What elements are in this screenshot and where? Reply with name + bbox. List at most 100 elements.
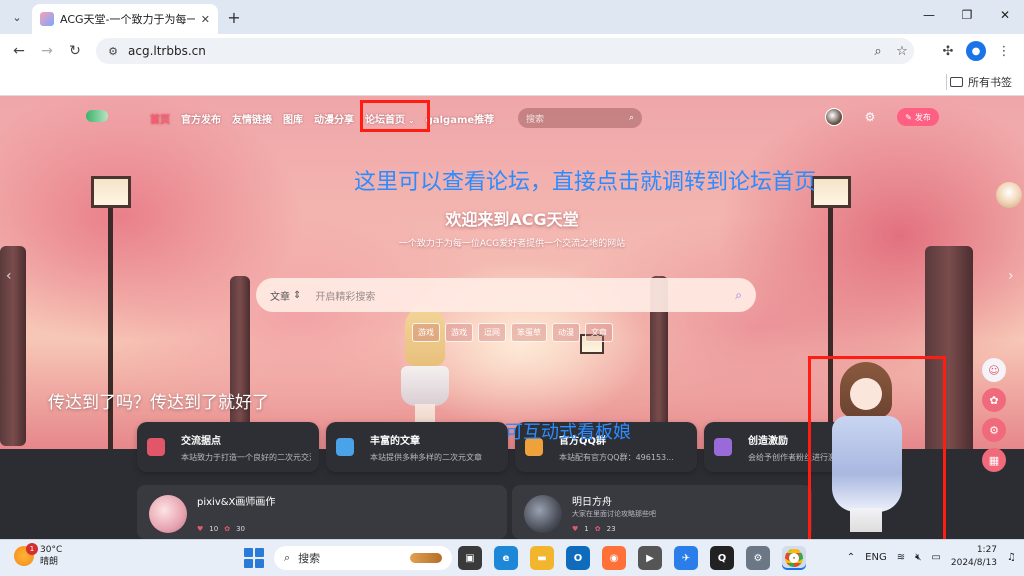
slider-next-icon[interactable]: › bbox=[1008, 268, 1014, 284]
notification-bell-icon[interactable]: ♫ bbox=[1007, 552, 1016, 563]
header-search-placeholder: 搜索 bbox=[526, 114, 545, 125]
all-bookmarks-button[interactable]: 所有书签 bbox=[950, 74, 1012, 90]
side-mascot-icon[interactable] bbox=[996, 182, 1022, 208]
taskbar-search[interactable]: ⌕ 搜索 bbox=[274, 546, 452, 570]
hero-slogan: 传达到了吗？传达到了就好了 bbox=[48, 393, 269, 413]
pinned-apps: ▣ e ▬ O ◉ ▶ ✈ Q ⚙ bbox=[458, 546, 806, 570]
new-tab-button[interactable]: + bbox=[224, 7, 244, 27]
tree-trunk bbox=[230, 276, 250, 446]
post-card[interactable]: pixiv&X画师画作 ♥ 10 ✿ 30 bbox=[137, 485, 507, 539]
tag-item[interactable]: 游戏 bbox=[445, 323, 473, 342]
mascot-toggle-icon[interactable]: ☺ bbox=[982, 358, 1006, 382]
tag-item[interactable]: 动漫 bbox=[552, 323, 580, 342]
tag-item[interactable]: 游戏 bbox=[412, 323, 440, 342]
qq-icon[interactable]: Q bbox=[710, 546, 734, 570]
gear-icon[interactable]: ⚙ bbox=[982, 418, 1006, 442]
nav-item-anime[interactable]: 动漫分享 bbox=[314, 111, 354, 126]
search-icon[interactable]: ⌕ bbox=[629, 113, 634, 123]
outlook-icon[interactable]: O bbox=[566, 546, 590, 570]
extensions-icon[interactable]: ✣ bbox=[936, 40, 960, 62]
settings-icon[interactable]: ⚙ bbox=[746, 546, 770, 570]
chevron-up-icon[interactable]: ⌃ bbox=[847, 552, 855, 563]
nav-item-links[interactable]: 友情链接 bbox=[232, 111, 272, 126]
tag-item[interactable]: 文章 bbox=[585, 323, 613, 342]
active-tab[interactable]: ACG天堂-一个致力于为每一位ACG爱好者提供一个交流之地的网站 ✕ bbox=[32, 4, 218, 34]
main-search[interactable]: 文章 ⇕ 开启精彩搜索 ⌕ bbox=[256, 278, 756, 312]
speaker-muted-icon[interactable]: 🔇︎ bbox=[915, 552, 921, 563]
feature-title: 丰富的文章 bbox=[370, 435, 420, 447]
wifi-icon[interactable]: ≋ bbox=[897, 552, 905, 563]
url-text[interactable]: acg.ltrbbs.cn bbox=[128, 44, 866, 58]
back-icon[interactable]: ← bbox=[8, 40, 30, 62]
nav-item-gallery[interactable]: 图库 bbox=[283, 111, 303, 126]
site-logo[interactable] bbox=[86, 110, 108, 122]
address-bar[interactable]: ⚙ acg.ltrbbs.cn ⌕ ☆ bbox=[96, 38, 914, 64]
menu-icon[interactable]: ⋮ bbox=[992, 40, 1016, 62]
forward-icon[interactable]: → bbox=[36, 40, 58, 62]
clock-time: 1:27 bbox=[976, 545, 998, 555]
main-search-input[interactable]: 开启精彩搜索 bbox=[315, 288, 735, 303]
taskbar: 1 30°C 晴朗 ⌕ 搜索 ▣ e ▬ O ◉ ▶ ✈ Q ⚙ ⌃ ENG ≋… bbox=[0, 539, 1024, 576]
tab-search-button[interactable]: ⌄ bbox=[6, 6, 28, 28]
site-info-icon[interactable]: ⚙ bbox=[104, 42, 122, 60]
lantern bbox=[811, 176, 851, 208]
like-count: 1 bbox=[584, 525, 589, 533]
publish-label: 发布 bbox=[914, 112, 931, 122]
flower-icon[interactable]: ✿ bbox=[982, 388, 1006, 412]
post-stats: ♥ 1 ✿ 23 bbox=[572, 525, 616, 533]
edge-icon[interactable]: e bbox=[494, 546, 518, 570]
nav-item-galgame[interactable]: galgame推荐 bbox=[426, 111, 494, 126]
post-desc: 大家在里面讨论攻略那些吧 bbox=[572, 510, 656, 518]
bookmark-star-icon[interactable]: ☆ bbox=[890, 39, 914, 63]
tag-item[interactable]: 笨蛋草 bbox=[511, 323, 547, 342]
forum-highlight-box bbox=[360, 100, 430, 132]
all-bookmarks-label: 所有书签 bbox=[968, 76, 1012, 89]
feature-card[interactable]: 丰富的文章 本站提供多种多样的二次元文章 bbox=[326, 422, 508, 472]
tree-trunk bbox=[0, 246, 26, 446]
nav-item-official[interactable]: 官方发布 bbox=[181, 111, 221, 126]
settings-icon[interactable]: ⚙ bbox=[862, 109, 878, 125]
taskbar-search-label: 搜索 bbox=[298, 552, 321, 565]
language-indicator[interactable]: ENG bbox=[865, 552, 887, 563]
search-icon[interactable]: ⌕ bbox=[735, 288, 742, 303]
page-viewport: 首页 官方发布 友情链接 图库 动漫分享 论坛首页 ⌄ galgame推荐 搜索 … bbox=[0, 96, 1024, 539]
nav-item-home[interactable]: 首页 bbox=[150, 111, 170, 126]
welcome-title: 欢迎来到ACG天堂 bbox=[445, 210, 579, 229]
feature-desc: 本站提供多种多样的二次元文章 bbox=[370, 452, 482, 462]
restore-icon[interactable]: ❐ bbox=[948, 0, 986, 30]
browser-toolbar: ← → ↻ ⚙ acg.ltrbbs.cn ⌕ ☆ ✣ ● ⋮ bbox=[0, 34, 1024, 68]
qr-code-icon[interactable]: ▦ bbox=[982, 448, 1006, 472]
search-type-select[interactable]: 文章 ⇕ bbox=[270, 288, 301, 303]
tag-item[interactable]: 逗网 bbox=[478, 323, 506, 342]
slider-prev-icon[interactable]: ‹ bbox=[6, 268, 12, 284]
bookmarks-bar: 所有书签 bbox=[0, 68, 1024, 96]
feature-card[interactable]: 交流据点 本站致力于打造一个良好的二次元交流平台 bbox=[137, 422, 319, 472]
post-title: 明日方舟 bbox=[572, 497, 612, 508]
post-card[interactable]: 明日方舟 大家在里面讨论攻略那些吧 ♥ 1 ✿ 23 bbox=[512, 485, 812, 539]
chrome-icon[interactable] bbox=[782, 546, 806, 570]
task-view-icon[interactable]: ▣ bbox=[458, 546, 482, 570]
feishu-icon[interactable]: ✈ bbox=[674, 546, 698, 570]
weather-widget[interactable]: 1 30°C 晴朗 bbox=[14, 543, 62, 568]
clock-date: 2024/8/13 bbox=[950, 558, 998, 568]
weather-condition: 晴朗 bbox=[40, 557, 59, 567]
toolbar-right: ✣ ● ⋮ bbox=[936, 40, 1016, 62]
file-explorer-icon[interactable]: ▬ bbox=[530, 546, 554, 570]
feature-desc: 本站配有官方QQ群：496153... bbox=[559, 452, 674, 462]
start-icon[interactable] bbox=[244, 548, 264, 568]
close-tab-icon[interactable]: ✕ bbox=[201, 13, 210, 26]
clock[interactable]: 1:27 2024/8/13 bbox=[951, 544, 997, 570]
post-thumbnail bbox=[524, 495, 562, 533]
firefox-icon[interactable]: ◉ bbox=[602, 546, 626, 570]
reload-icon[interactable]: ↻ bbox=[64, 40, 86, 62]
battery-icon[interactable]: ▭ bbox=[931, 552, 940, 563]
profile-avatar-icon[interactable]: ● bbox=[966, 41, 986, 61]
search-type-label: 文章 bbox=[270, 291, 290, 303]
user-avatar[interactable] bbox=[825, 108, 843, 126]
close-window-icon[interactable]: ✕ bbox=[986, 0, 1024, 30]
publish-button[interactable]: ✎ 发布 bbox=[897, 108, 939, 126]
media-icon[interactable]: ▶ bbox=[638, 546, 662, 570]
zoom-icon[interactable]: ⌕ bbox=[866, 39, 890, 63]
header-search[interactable]: 搜索 ⌕ bbox=[518, 108, 642, 128]
minimize-icon[interactable]: — bbox=[910, 0, 948, 30]
